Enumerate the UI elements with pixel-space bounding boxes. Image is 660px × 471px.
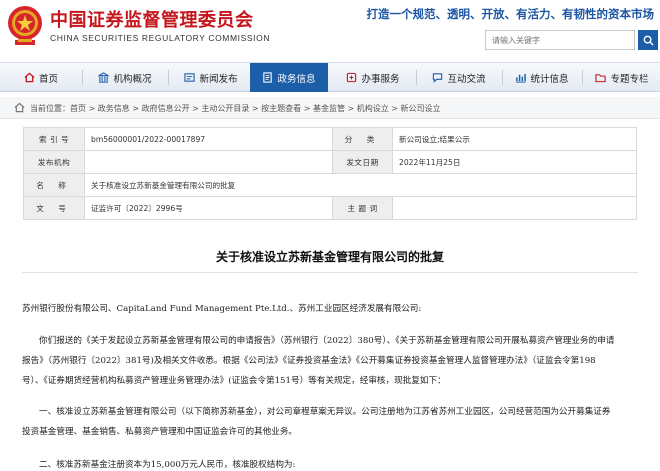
subject-value <box>392 196 637 220</box>
nav-label: 政务信息 <box>277 73 316 85</box>
nav-label: 新闻发布 <box>199 73 238 85</box>
home-icon <box>24 72 35 83</box>
category-label: 分 类 <box>332 127 393 151</box>
nav-item-statistics[interactable]: 统计信息 <box>506 63 578 92</box>
name-label: 名 称 <box>23 173 85 197</box>
category-value: 新公司设立;结果公示 <box>392 127 637 151</box>
folder-icon <box>595 72 607 83</box>
info-row: 名 称 关于核准设立苏新基金管理有限公司的批复 <box>23 173 637 197</box>
chart-icon <box>515 72 527 83</box>
nav-divider <box>168 70 169 85</box>
nav-label: 互动交流 <box>447 73 486 85</box>
org-name-en: CHINA SECURITIES REGULATORY COMMISSION <box>50 33 271 43</box>
docno-value: 证监许可〔2022〕2996号 <box>84 196 333 220</box>
newspaper-icon <box>184 72 196 83</box>
nav-label: 统计信息 <box>530 73 569 85</box>
document-info-table: 索 引 号 bm56000001/2022-00017897 分 类 新公司设立… <box>23 127 637 220</box>
article-paragraph-3: 二、核准苏新基金注册资本为15,000万元人民币，核准股权结构为: <box>22 455 638 471</box>
article-title: 关于核准设立苏新基金管理有限公司的批复 <box>215 250 444 264</box>
info-row: 发布机构 发文日期 2022年11月25日 <box>23 150 637 174</box>
docno-label: 文 号 <box>23 196 85 220</box>
nav-item-about[interactable]: 机构概况 <box>86 63 164 92</box>
subject-label: 主 题 词 <box>332 196 393 220</box>
paragraph-line: 一、核准设立苏新基金管理有限公司（以下简称苏新基金），对公司章程草案无异议。公司… <box>39 407 611 417</box>
search-input[interactable] <box>485 30 635 50</box>
paragraph-line: 你们报送的《关于发起设立苏新基金管理有限公司的申请报告》（苏州银行〔2022〕3… <box>39 336 615 346</box>
nav-label: 专题专栏 <box>610 73 649 85</box>
info-row: 文 号 证监许可〔2022〕2996号 主 题 词 <box>23 196 637 220</box>
breadcrumb-text[interactable]: 当前位置：首页 > 政务信息 > 政府信息公开 > 主动公开目录 > 按主题查看… <box>30 103 441 114</box>
document-icon <box>262 72 273 83</box>
search-button[interactable] <box>638 30 658 50</box>
date-value: 2022年11月25日 <box>392 150 637 174</box>
issuer-value <box>84 150 333 174</box>
name-value: 关于核准设立苏新基金管理有限公司的批复 <box>84 173 637 197</box>
addressee-text: 苏州银行股份有限公司、CapitaLand Fund Management Pt… <box>22 304 422 314</box>
nav-divider <box>582 70 583 85</box>
nav-item-topics[interactable]: 专题专栏 <box>586 63 658 92</box>
paragraph-line: 号）、《证券期货经营机构私募资产管理业务管理办法》(证监会令第151号）等有关规… <box>22 376 446 386</box>
article-paragraph-1: 你们报送的《关于发起设立苏新基金管理有限公司的申请报告》（苏州银行〔2022〕3… <box>22 331 638 391</box>
nav-label: 首页 <box>38 73 58 85</box>
nav-label: 办事服务 <box>361 73 400 85</box>
service-icon <box>346 72 357 83</box>
article-paragraph-2: 一、核准设立苏新基金管理有限公司（以下简称苏新基金），对公司章程草案无异议。公司… <box>22 402 638 442</box>
title-divider <box>22 272 638 273</box>
site-slogan: 打造一个规范、透明、开放、有活力、有韧性的资本市场 <box>366 7 655 21</box>
nav-item-interaction[interactable]: 互动交流 <box>420 63 498 92</box>
search-icon <box>643 35 654 46</box>
issuer-label: 发布机构 <box>23 150 85 174</box>
nav-divider <box>82 70 83 85</box>
info-row: 索 引 号 bm56000001/2022-00017897 分 类 新公司设立… <box>23 127 637 151</box>
building-icon <box>98 72 110 83</box>
nav-item-news[interactable]: 新闻发布 <box>172 63 250 92</box>
breadcrumb: 当前位置：首页 > 政务信息 > 政府信息公开 > 主动公开目录 > 按主题查看… <box>0 97 660 119</box>
nav-item-services[interactable]: 办事服务 <box>334 63 412 92</box>
paragraph-line: 二、核准苏新基金注册资本为15,000万元人民币，核准股权结构为: <box>39 460 296 470</box>
nav-item-home[interactable]: 首页 <box>4 63 78 92</box>
org-name-cn[interactable]: 中国证券监督管理委员会 <box>50 6 254 32</box>
article-addressee: 苏州银行股份有限公司、CapitaLand Fund Management Pt… <box>22 299 638 319</box>
paragraph-line: 报告》（苏州银行〔2022〕381号)及相关文件收悉。根据《公司法》《证券投资基… <box>22 356 596 366</box>
index-value: bm56000001/2022-00017897 <box>84 127 333 151</box>
location-home-icon <box>14 102 25 113</box>
nav-divider <box>416 70 417 85</box>
site-header: 中国证券监督管理委员会 CHINA SECURITIES REGULATORY … <box>0 0 660 58</box>
main-nav: 首页 机构概况 新闻发布 政务信息 办事服务 互动交流 统计信息 专题专栏 <box>0 62 660 92</box>
chat-icon <box>432 72 443 83</box>
national-emblem-icon <box>8 6 42 45</box>
nav-item-gov-info[interactable]: 政务信息 <box>250 63 328 92</box>
nav-divider <box>502 70 503 85</box>
paragraph-line: 投资基金管理、基金销售、私募资产管理和中国证监会许可的其他业务。 <box>22 427 298 437</box>
index-label: 索 引 号 <box>23 127 85 151</box>
nav-label: 机构概况 <box>113 73 152 85</box>
date-label: 发文日期 <box>332 150 393 174</box>
